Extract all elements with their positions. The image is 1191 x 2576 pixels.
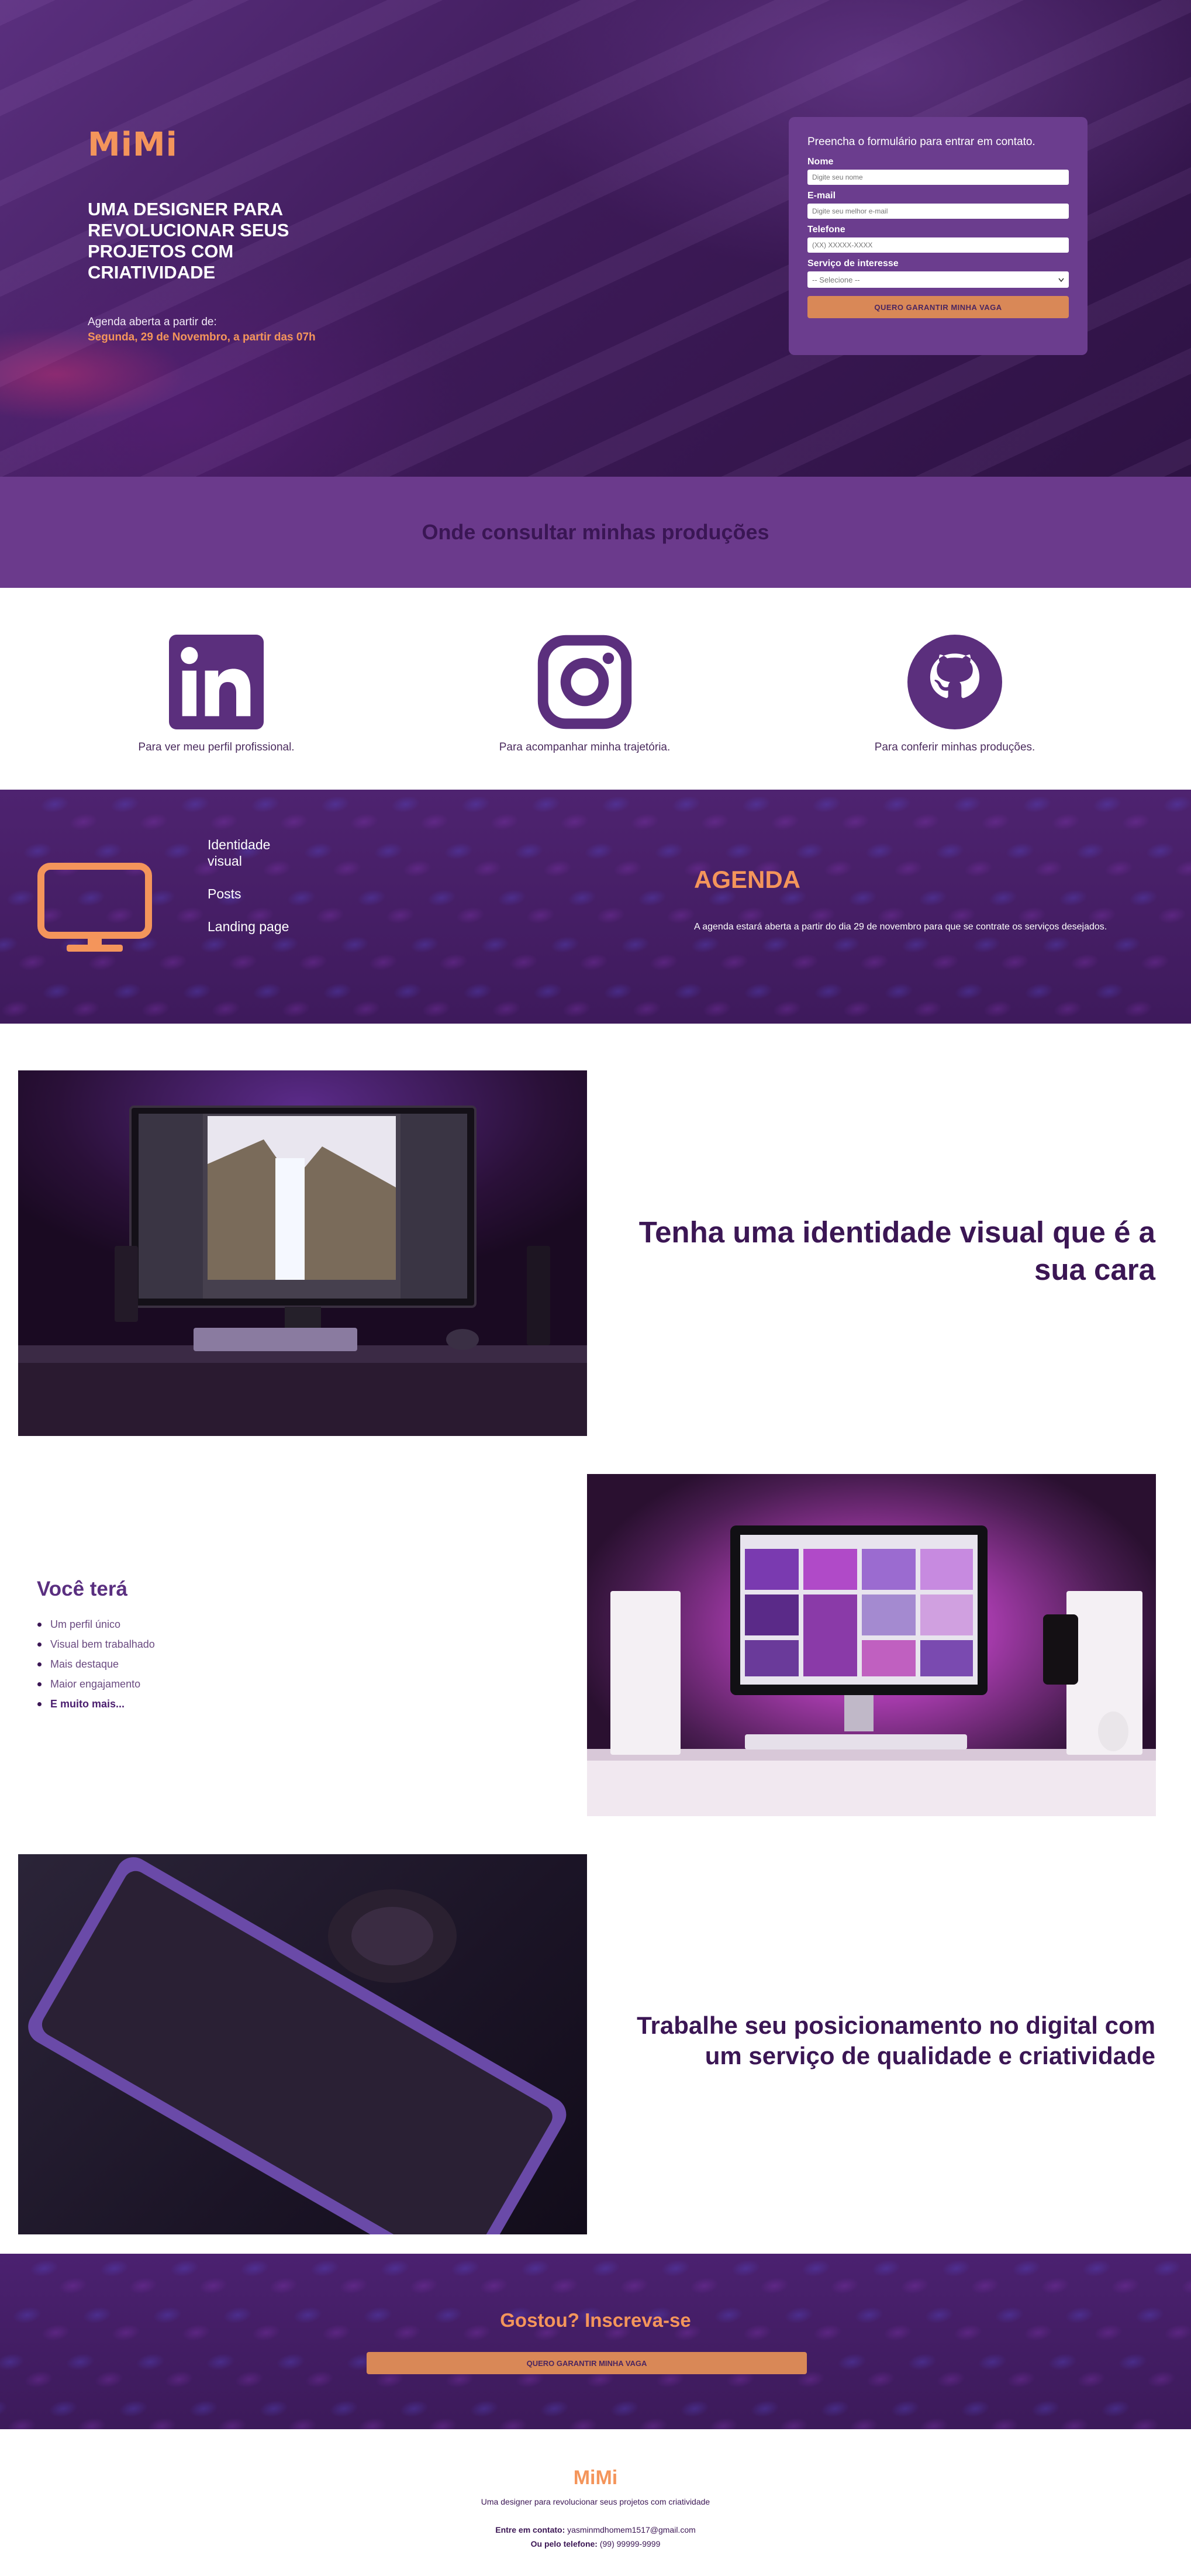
benefits-list: Um perfil único Visual bem trabalhado Ma…: [37, 1614, 155, 1714]
cta-title: Gostou? Inscreva-se: [500, 2309, 691, 2331]
footer-email-line: Entre em contato: yasminmdhomem1517@gmai…: [0, 2523, 1191, 2537]
footer-tagline: Uma designer para revolucionar seus proj…: [481, 2497, 710, 2506]
linkedin-icon[interactable]: [169, 635, 264, 729]
footer-email[interactable]: yasminmdhomem1517@gmail.com: [567, 2525, 696, 2534]
service-item: Landing page: [208, 919, 289, 934]
cta-button[interactable]: QUERO GARANTIR MINHA VAGA: [367, 2352, 807, 2374]
submit-button[interactable]: QUERO GARANTIR MINHA VAGA: [807, 296, 1069, 318]
positioning-title: Trabalhe seu posicionamento no digital c…: [637, 2012, 1155, 2069]
cta-section: Gostou? Inscreva-se QUERO GARANTIR MINHA…: [0, 2254, 1191, 2429]
benefits-title: Você terá: [37, 1578, 127, 1600]
benefit-item-more: E muito mais...: [37, 1694, 155, 1714]
service-item: Identidade visual: [208, 837, 271, 869]
hero-section: MiMi UMA DESIGNER PARA REVOLUCIONAR SEUS…: [0, 0, 1191, 477]
agenda-title: AGENDA: [694, 866, 801, 893]
phone-input[interactable]: [807, 237, 1069, 253]
service-select[interactable]: -- Selecione --: [807, 271, 1069, 288]
github-caption: Para conferir minhas produções.: [874, 741, 1035, 753]
consult-title: Onde consultar minhas produções: [422, 520, 769, 544]
social-links: Para ver meu perfil profissional. Para a…: [0, 588, 1191, 790]
footer-phone-line: Ou pelo telefone: (99) 99999-9999: [0, 2537, 1191, 2551]
phone-label: Telefone: [807, 225, 845, 235]
keyboard-background: [0, 2254, 1191, 2429]
benefit-item: Mais destaque: [37, 1654, 155, 1674]
form-title: Preencha o formulário para entrar em con…: [807, 136, 1035, 148]
footer-email-label: Entre em contato:: [495, 2525, 565, 2534]
agenda-section: Identidade visual Posts Landing page AGE…: [0, 790, 1191, 1024]
github-icon[interactable]: [907, 635, 1002, 729]
footer-logo[interactable]: MiMi: [0, 2467, 1191, 2489]
consult-banner: Onde consultar minhas produções: [0, 477, 1191, 588]
benefit-item: Visual bem trabalhado: [37, 1634, 155, 1654]
workspace-photo: [18, 1070, 587, 1436]
service-select-value: -- Selecione --: [812, 275, 860, 284]
linkedin-caption: Para ver meu perfil profissional.: [138, 741, 295, 753]
instagram-caption: Para acompanhar minha trajetória.: [499, 741, 671, 753]
schedule-date: Segunda, 29 de Novembro, a partir das 07…: [88, 331, 316, 343]
benefit-item: Maior engajamento: [37, 1674, 155, 1694]
service-label: Serviço de interesse: [807, 259, 899, 268]
footer-phone: (99) 99999-9999: [599, 2539, 661, 2549]
schedule-label: Agenda aberta a partir de:: [88, 316, 217, 328]
monitor-icon: [37, 863, 152, 952]
identity-title: Tenha uma identidade visual que é a sua …: [638, 1215, 1155, 1286]
chevron-down-icon: [1058, 275, 1064, 284]
service-item: Posts: [208, 886, 241, 901]
instagram-icon[interactable]: [537, 635, 632, 729]
email-label: E-mail: [807, 191, 836, 201]
footer-contact: Entre em contato: yasminmdhomem1517@gmai…: [0, 2523, 1191, 2551]
name-label: Nome: [807, 157, 834, 167]
social-item-instagram[interactable]: Para acompanhar minha trajetória.: [468, 635, 702, 754]
keyboard-background: [0, 790, 1191, 1024]
footer-phone-label: Ou pelo telefone:: [530, 2539, 598, 2549]
social-item-linkedin[interactable]: Para ver meu perfil profissional.: [99, 635, 333, 754]
logo[interactable]: MiMi: [88, 126, 178, 164]
email-input[interactable]: [807, 204, 1069, 219]
agenda-text: A agenda estará aberta a partir do dia 2…: [694, 922, 1107, 932]
benefit-item: Um perfil único: [37, 1614, 155, 1634]
contact-form: Preencha o formulário para entrar em con…: [789, 117, 1088, 355]
desk-setup-photo: [587, 1474, 1156, 1816]
name-input[interactable]: [807, 170, 1069, 185]
services-list: Identidade visual Posts Landing page: [208, 836, 301, 951]
keyboard-photo: [18, 1854, 587, 2234]
social-item-github[interactable]: Para conferir minhas produções.: [838, 635, 1072, 754]
hero-headline: UMA DESIGNER PARA REVOLUCIONAR SEUS PROJ…: [88, 199, 289, 283]
footer: MiMi Uma designer para revolucionar seus…: [0, 2429, 1191, 2576]
